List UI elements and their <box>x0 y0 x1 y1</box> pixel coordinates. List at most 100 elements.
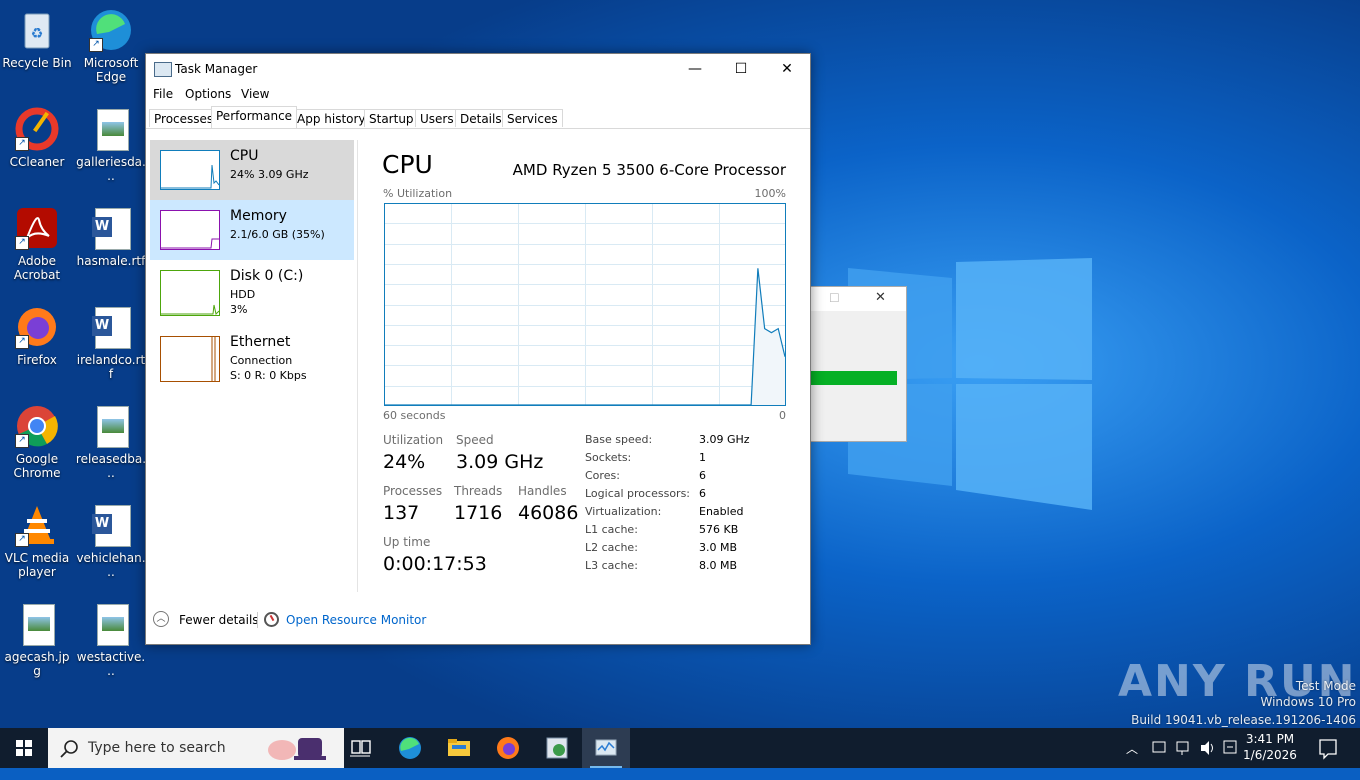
desktop-icon-firefox[interactable]: ↗ Firefox <box>1 305 73 367</box>
minimize-button[interactable]: — <box>672 54 718 84</box>
maximize-icon[interactable]: ☐ <box>829 291 840 305</box>
window-titlebar[interactable]: Task Manager — ☐ ✕ <box>146 54 810 84</box>
close-icon[interactable]: ✕ <box>875 290 886 305</box>
menu-view[interactable]: View <box>241 87 269 101</box>
menu-file[interactable]: File <box>153 87 173 101</box>
tab-startup[interactable]: Startup <box>364 109 419 127</box>
sidebar-divider <box>357 140 358 592</box>
spec-sockets-value: 1 <box>699 451 706 464</box>
task-manager-window[interactable]: Task Manager — ☐ ✕ File Options View Pro… <box>145 53 811 645</box>
sidebar-item-memory[interactable]: Memory 2.1/6.0 GB (35%) <box>150 200 354 260</box>
tab-processes[interactable]: Processes <box>149 109 219 127</box>
spec-sockets-label: Sockets: <box>585 451 632 464</box>
tab-app-history[interactable]: App history <box>292 109 371 127</box>
progress-fill <box>809 371 897 385</box>
image-file-icon <box>89 107 133 151</box>
uptime-label: Up time <box>383 535 431 549</box>
resource-monitor-icon[interactable] <box>264 612 279 627</box>
chevron-up-icon[interactable]: ︿ <box>153 611 169 627</box>
installer-icon <box>546 737 568 759</box>
sidebar-ethernet-throughput: S: 0 R: 0 Kbps <box>230 369 307 382</box>
spec-l2-value: 3.0 MB <box>699 541 738 554</box>
network-icon[interactable] <box>1174 728 1192 768</box>
tab-users[interactable]: Users <box>415 109 459 127</box>
sidebar-disk-name: Disk 0 (C:) <box>230 268 304 284</box>
close-button[interactable]: ✕ <box>764 54 810 84</box>
clock-date: 1/6/2026 <box>1243 748 1297 762</box>
taskbar-edge[interactable] <box>386 728 434 768</box>
volume-icon[interactable] <box>1198 728 1216 768</box>
taskbar-firefox[interactable] <box>484 728 532 768</box>
desktop-icon-recycle-bin[interactable]: ♻ Recycle Bin <box>1 8 73 70</box>
spec-logical-value: 6 <box>699 487 706 500</box>
chevron-up-icon[interactable]: ︿ <box>1126 740 1138 780</box>
watermark-test-mode: Test Mode <box>1295 679 1356 693</box>
tab-services[interactable]: Services <box>502 109 563 127</box>
threads-label: Threads <box>454 484 503 498</box>
sidebar-memory-name: Memory <box>230 208 287 224</box>
desktop-icon-vehiclehan[interactable]: W vehiclehan... <box>75 503 147 579</box>
desktop-icon-hasmale[interactable]: W hasmale.rtf <box>75 206 147 268</box>
dialog-titlebar: ☐ ✕ <box>809 287 906 311</box>
image-file-icon <box>89 404 133 448</box>
menu-bar: File Options View <box>146 84 810 104</box>
tab-details[interactable]: Details <box>455 109 507 127</box>
time-axis-label: 60 seconds <box>383 409 446 422</box>
desktop-icon-ccleaner[interactable]: ↗ CCleaner <box>1 107 73 169</box>
utilization-max-label: 100% <box>754 187 786 200</box>
sidebar-cpu-name: CPU <box>230 148 259 164</box>
desktop-icon-irelandco[interactable]: W irelandco.rtf <box>75 305 147 381</box>
task-manager-icon <box>595 739 617 756</box>
desktop-icon-releasedba[interactable]: releasedba... <box>75 404 147 480</box>
uptime-value: 0:00:17:53 <box>383 553 487 575</box>
sidebar-item-disk[interactable]: Disk 0 (C:) HDD 3% <box>150 260 354 320</box>
sidebar-item-cpu[interactable]: CPU 24% 3.09 GHz <box>150 140 354 200</box>
background-progress-dialog[interactable]: ☐ ✕ <box>808 286 907 442</box>
fewer-details-link[interactable]: Fewer details <box>179 613 259 627</box>
word-file-icon: W <box>89 206 133 250</box>
memory-thumbnail-graph <box>160 210 220 250</box>
desktop-icon-chrome[interactable]: ↗ Google Chrome <box>1 404 73 480</box>
cpu-heading: CPU <box>382 150 433 179</box>
taskbar-task-manager[interactable] <box>582 728 630 768</box>
tab-performance[interactable]: Performance <box>211 106 298 128</box>
sidebar-item-ethernet[interactable]: Ethernet Connection S: 0 R: 0 Kbps <box>150 326 354 386</box>
svg-text:♻: ♻ <box>31 26 44 42</box>
desktop-icon-vlc[interactable]: ↗ VLC media player <box>1 503 73 579</box>
language-icon[interactable] <box>1221 728 1239 768</box>
desktop-icon-westactive[interactable]: westactive... <box>75 602 147 678</box>
desktop-icon-edge[interactable]: ↗ Microsoft Edge <box>75 8 147 84</box>
taskbar-file-explorer[interactable] <box>435 728 483 768</box>
windows-logo-icon <box>16 740 32 756</box>
watermark-build: Build 19041.vb_release.191206-1406 <box>1131 713 1356 727</box>
cpu-thumbnail-graph <box>160 150 220 190</box>
spec-l1-value: 576 KB <box>699 523 739 536</box>
taskbar-clock[interactable]: 3:41 PM 1/6/2026 <box>1238 731 1302 763</box>
start-button[interactable] <box>0 728 48 768</box>
desktop-icon-acrobat[interactable]: ↗ Adobe Acrobat <box>1 206 73 282</box>
display-icon[interactable] <box>1150 728 1168 768</box>
folder-icon <box>448 739 470 756</box>
open-resource-monitor-link[interactable]: Open Resource Monitor <box>286 613 426 627</box>
handles-value: 46086 <box>518 502 579 524</box>
utilization-axis-label: % Utilization <box>383 187 453 200</box>
processes-value: 137 <box>383 502 420 524</box>
search-placeholder: Type here to search <box>88 740 226 756</box>
tab-bar: Processes Performance App history Startu… <box>146 106 810 129</box>
desktop-icon-galleries[interactable]: galleriesda... <box>75 107 147 183</box>
taskbar-app[interactable] <box>533 728 581 768</box>
maximize-button[interactable]: ☐ <box>718 54 764 84</box>
footer-divider <box>257 612 258 628</box>
threads-value: 1716 <box>454 502 503 524</box>
time-axis-zero: 0 <box>779 409 786 422</box>
word-file-icon: W <box>89 503 133 547</box>
spec-cores-value: 6 <box>699 469 706 482</box>
taskbar-search-box[interactable]: Type here to search <box>48 728 344 768</box>
search-highlight-icon <box>268 738 326 760</box>
edge-icon <box>399 737 421 759</box>
desktop-icon-agecash[interactable]: agecash.jpg <box>1 602 73 678</box>
task-view-button[interactable] <box>336 728 384 768</box>
notification-icon[interactable] <box>1316 728 1340 768</box>
menu-options[interactable]: Options <box>185 87 231 101</box>
spec-virtualization-label: Virtualization: <box>585 505 662 518</box>
